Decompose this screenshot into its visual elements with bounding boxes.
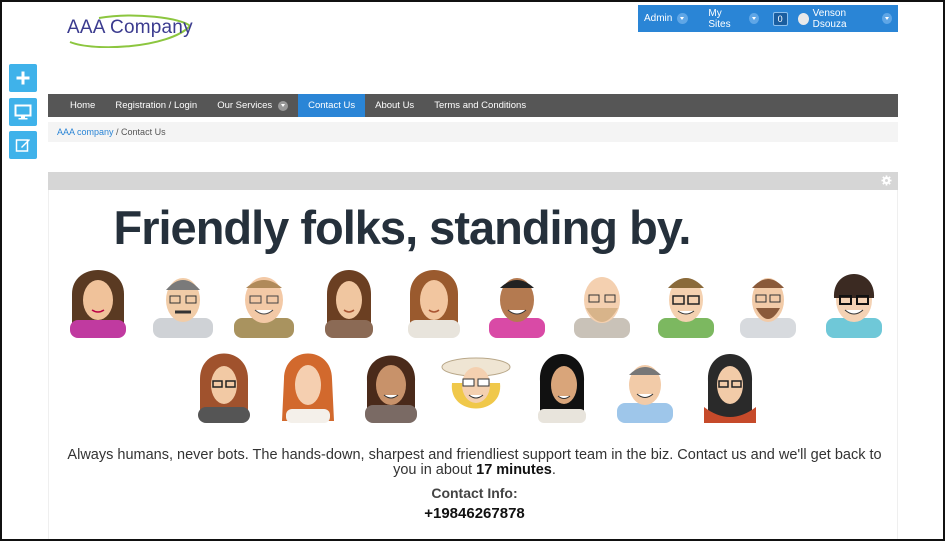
team-member-portrait bbox=[658, 278, 714, 338]
tagline-end: . bbox=[551, 462, 556, 478]
browser-frame: AAA Company Admin My Sites 0 Venson Dsou… bbox=[0, 0, 945, 541]
support-tagline: Always humans, never bots. The hands-dow… bbox=[62, 448, 887, 478]
team-member-portrait bbox=[489, 278, 545, 338]
response-time: 17 minutes bbox=[476, 462, 552, 478]
contact-info-label: Contact Info: bbox=[431, 485, 518, 501]
team-member-portrait bbox=[325, 270, 373, 338]
team-member-portrait bbox=[538, 354, 586, 423]
tagline-text: Always humans, never bots. The hands-dow… bbox=[67, 447, 882, 478]
team-member-portrait bbox=[408, 270, 460, 338]
team-member-portrait bbox=[441, 357, 511, 409]
team-member-portrait bbox=[574, 277, 630, 338]
team-member-portrait bbox=[704, 354, 756, 423]
team-member-portrait bbox=[740, 278, 796, 338]
team-member-portrait bbox=[70, 270, 126, 338]
phone-number[interactable]: +19846267878 bbox=[2, 505, 943, 522]
team-member-portrait bbox=[617, 365, 673, 423]
team-member-portrait bbox=[365, 355, 417, 423]
team-member-portrait bbox=[234, 277, 294, 338]
team-member-portrait bbox=[826, 274, 882, 338]
team-member-portrait bbox=[153, 278, 213, 338]
team-member-portrait bbox=[282, 353, 334, 423]
team-member-portrait bbox=[198, 353, 250, 423]
